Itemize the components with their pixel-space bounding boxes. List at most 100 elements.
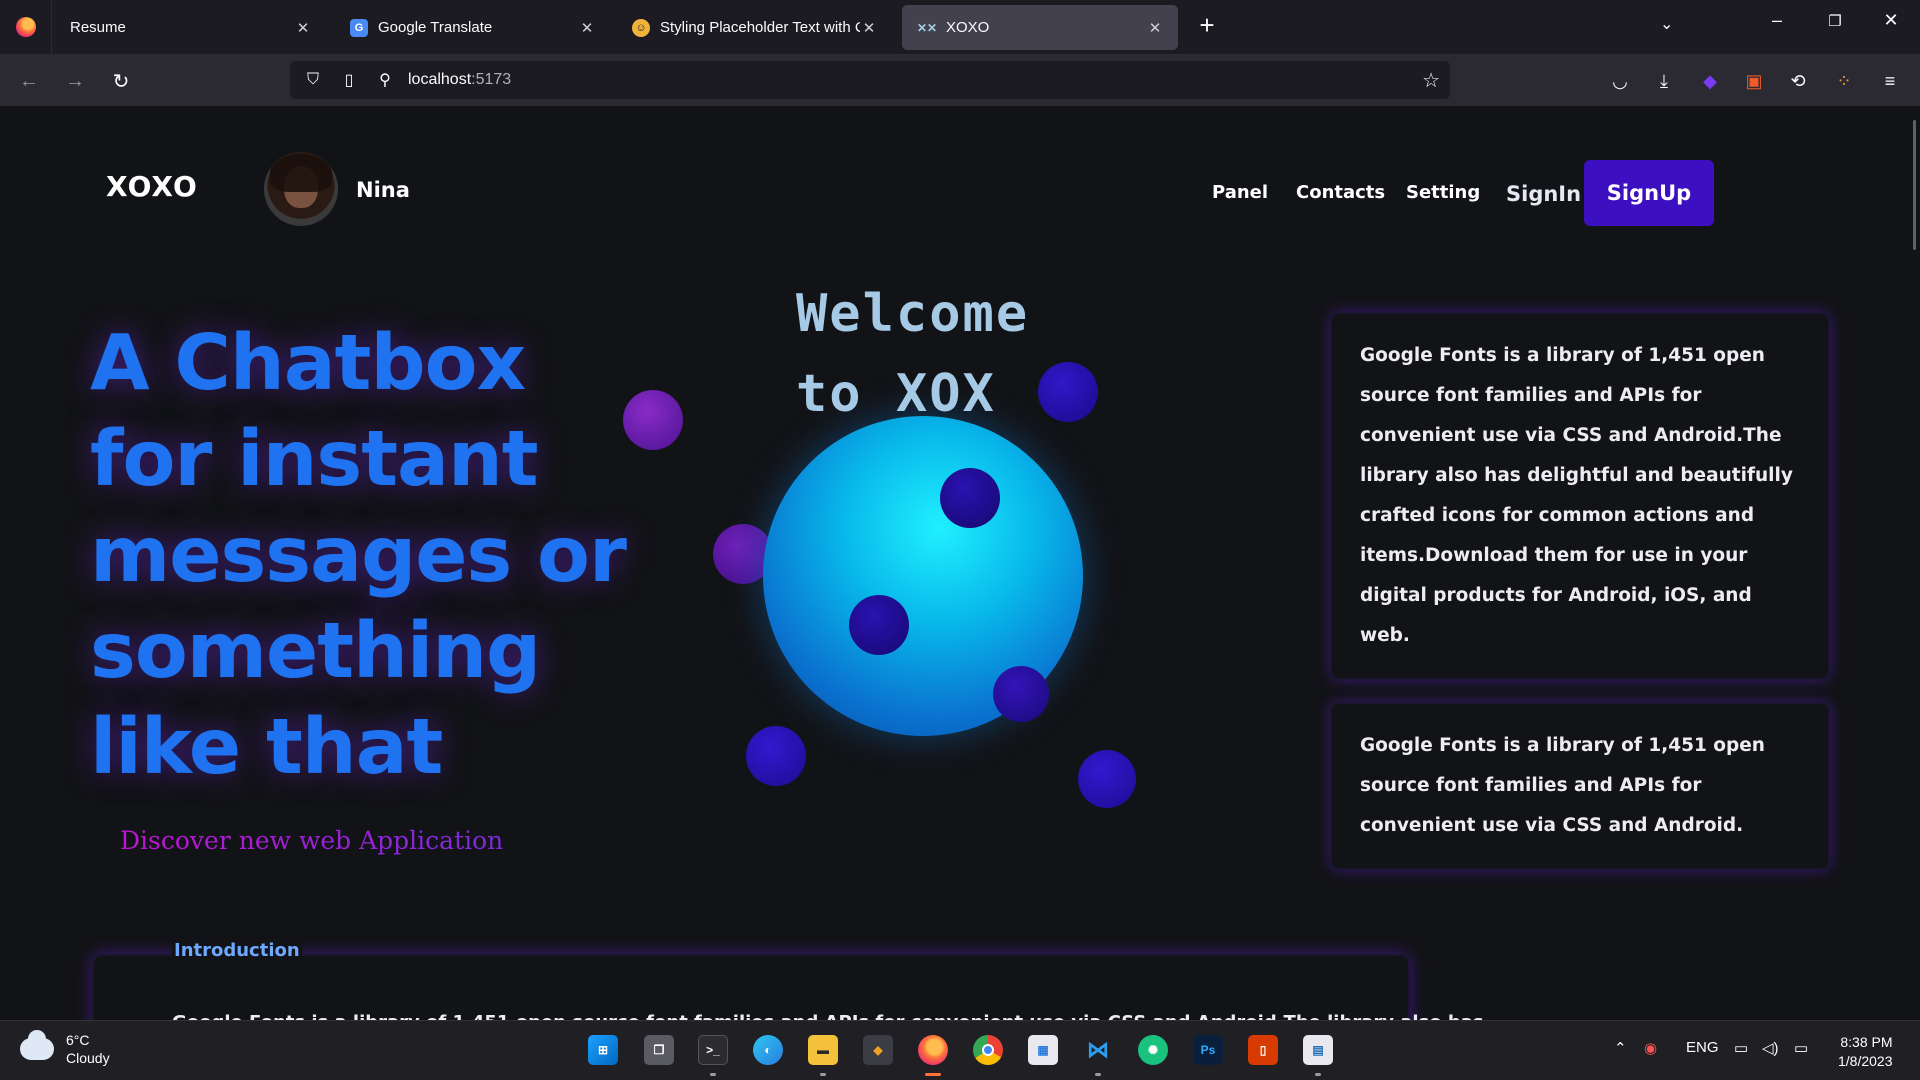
tab-title: XOXO bbox=[946, 19, 990, 36]
weather-temperature: 6°C bbox=[66, 1032, 90, 1048]
xoxo-icon: ✕✕ bbox=[916, 20, 938, 35]
user-name: Nina bbox=[356, 178, 410, 202]
volume-icon[interactable]: ◁) bbox=[1762, 1039, 1779, 1057]
taskbar-indicator bbox=[820, 1073, 826, 1076]
window-close-icon[interactable]: ✕ bbox=[1876, 10, 1906, 31]
firefox-icon bbox=[15, 17, 36, 37]
app-window-icon[interactable]: ▤ bbox=[1303, 1035, 1333, 1065]
hero-line: for instant bbox=[90, 415, 539, 504]
weather-condition: Cloudy bbox=[66, 1050, 110, 1066]
git-icon[interactable]: ◆ bbox=[863, 1035, 893, 1065]
task-view-icon[interactable]: ❐ bbox=[644, 1035, 674, 1065]
taskbar: 6°C Cloudy ⊞ ❐ >_ ◐ ▬ ◆ ▦ ⋈ ✺ Ps ▯ ▤ ⌃ ◉… bbox=[0, 1020, 1920, 1080]
nav-link-panel[interactable]: Panel bbox=[1212, 182, 1268, 203]
avatar[interactable] bbox=[264, 152, 338, 226]
page-scrollbar[interactable] bbox=[1913, 120, 1916, 250]
firefox-view-button[interactable] bbox=[0, 0, 52, 54]
cloud-icon bbox=[20, 1030, 54, 1060]
hero-line: A Chatbox bbox=[90, 319, 526, 408]
tab-strip: Resume ✕ G Google Translate ✕ ☺ Styling … bbox=[0, 0, 1920, 54]
tab-resume[interactable]: Resume ✕ bbox=[54, 5, 326, 50]
introduction-title: Introduction bbox=[172, 940, 302, 961]
reload-icon[interactable]: ↻ bbox=[106, 66, 136, 96]
close-icon[interactable]: ✕ bbox=[294, 19, 312, 37]
page-viewport: XOXO Nina Panel Contacts Setting SignIn … bbox=[0, 106, 1920, 1020]
minimize-icon[interactable]: – bbox=[1762, 10, 1792, 31]
tab-title: Resume bbox=[70, 19, 126, 36]
address-bar[interactable]: ⛉ ▯ ⚲ localhost:5173 ☆ bbox=[290, 61, 1450, 99]
decorative-orb bbox=[993, 666, 1049, 722]
taskbar-indicator bbox=[710, 1073, 716, 1076]
decorative-orb bbox=[1078, 750, 1136, 808]
welcome-line: to XOX bbox=[796, 364, 996, 424]
decorative-orb bbox=[1038, 362, 1098, 422]
tab-list-chevron-down-icon[interactable]: ⌄ bbox=[1660, 14, 1673, 34]
extension-purple-icon[interactable]: ◆ bbox=[1696, 67, 1724, 95]
terminal-icon[interactable]: >_ bbox=[698, 1035, 728, 1065]
url-port: :5173 bbox=[471, 71, 512, 88]
close-icon[interactable]: ✕ bbox=[1146, 19, 1164, 37]
network-icon[interactable]: ▭ bbox=[1734, 1039, 1748, 1057]
edge-beta-icon[interactable]: ◐ bbox=[753, 1035, 783, 1065]
weather-widget[interactable]: 6°C Cloudy bbox=[20, 1030, 110, 1067]
close-icon[interactable]: ✕ bbox=[860, 19, 878, 37]
signin-link[interactable]: SignIn bbox=[1506, 182, 1581, 206]
brand-logo[interactable]: XOXO bbox=[106, 170, 198, 203]
sync-icon[interactable]: ⟲ bbox=[1784, 67, 1812, 95]
hero-heading: A Chatbox for instant messages or someth… bbox=[90, 316, 627, 796]
close-icon[interactable]: ✕ bbox=[578, 19, 596, 37]
tab-title: Styling Placeholder Text with CSS bbox=[660, 19, 860, 36]
tab-google-translate[interactable]: G Google Translate ✕ bbox=[334, 5, 610, 50]
decorative-orb bbox=[940, 468, 1000, 528]
nav-link-contacts[interactable]: Contacts bbox=[1296, 182, 1385, 203]
new-tab-plus-icon[interactable]: + bbox=[1192, 11, 1222, 41]
url-text[interactable]: localhost:5173 bbox=[408, 71, 511, 89]
windows-start-icon[interactable]: ⊞ bbox=[588, 1035, 618, 1065]
introduction-panel bbox=[92, 954, 1410, 1020]
nav-link-setting[interactable]: Setting bbox=[1406, 182, 1480, 203]
download-icon[interactable]: ⤓ bbox=[1650, 67, 1678, 95]
pocket-icon[interactable]: ◡ bbox=[1606, 67, 1634, 95]
menu-hamburger-icon[interactable]: ≡ bbox=[1876, 67, 1904, 95]
forward-arrow-icon[interactable]: → bbox=[60, 66, 90, 96]
page-icon[interactable]: ▯ bbox=[336, 70, 362, 90]
clock[interactable]: 8:38 PM 1/8/2023 bbox=[1838, 1033, 1893, 1071]
tab-title: Google Translate bbox=[378, 19, 493, 36]
welcome-heading: Welcome to XOX bbox=[796, 274, 1029, 434]
tab-xoxo[interactable]: ✕✕ XOXO ✕ bbox=[902, 5, 1178, 50]
signup-button[interactable]: SignUp bbox=[1584, 160, 1714, 226]
language-indicator[interactable]: ENG bbox=[1686, 1039, 1719, 1056]
info-card: Google Fonts is a library of 1,451 open … bbox=[1330, 312, 1830, 680]
taskbar-indicator-active bbox=[925, 1073, 941, 1076]
clock-date: 1/8/2023 bbox=[1838, 1053, 1893, 1069]
microsoft-store-icon[interactable]: ▦ bbox=[1028, 1035, 1058, 1065]
tray-notification-icon[interactable]: ◉ bbox=[1644, 1039, 1657, 1057]
bookmark-star-icon[interactable]: ☆ bbox=[1422, 68, 1440, 93]
tray-chevron-up-icon[interactable]: ⌃ bbox=[1614, 1039, 1627, 1057]
file-explorer-icon[interactable]: ▬ bbox=[808, 1035, 838, 1065]
discover-tagline: Discover new web Application bbox=[120, 826, 504, 855]
photoshop-icon[interactable]: Ps bbox=[1193, 1035, 1223, 1065]
firefox-icon[interactable] bbox=[918, 1035, 948, 1065]
info-card: Google Fonts is a library of 1,451 open … bbox=[1330, 702, 1830, 870]
taskbar-indicator bbox=[1095, 1073, 1101, 1076]
hero-line: messages or bbox=[90, 511, 627, 600]
extension-orange-icon[interactable]: ▣ bbox=[1740, 67, 1768, 95]
tab-styling-placeholder[interactable]: ☺ Styling Placeholder Text with CSS ✕ bbox=[616, 5, 892, 50]
google-translate-icon: G bbox=[350, 18, 368, 37]
permissions-icon[interactable]: ⚲ bbox=[372, 70, 398, 90]
battery-icon[interactable]: ▭ bbox=[1794, 1039, 1808, 1057]
introduction-text: Google Fonts is a library of 1,451 open … bbox=[172, 1012, 1484, 1020]
url-host: localhost bbox=[408, 71, 472, 88]
chatgpt-icon[interactable]: ✺ bbox=[1138, 1035, 1168, 1065]
decorative-orb bbox=[623, 390, 683, 450]
office-icon[interactable]: ▯ bbox=[1248, 1035, 1278, 1065]
hero-line: like that bbox=[90, 703, 443, 792]
back-arrow-icon[interactable]: ← bbox=[14, 66, 44, 96]
shield-icon[interactable]: ⛉ bbox=[300, 71, 326, 89]
vscode-icon[interactable]: ⋈ bbox=[1083, 1035, 1113, 1065]
restore-icon[interactable]: ❐ bbox=[1820, 12, 1850, 30]
extension-dots-icon[interactable]: ⁘ bbox=[1830, 67, 1858, 95]
chrome-icon[interactable] bbox=[973, 1035, 1003, 1065]
navigation-toolbar: ← → ↻ ⛉ ▯ ⚲ localhost:5173 ☆ ◡ ⤓ ◆ ▣ ⟲ ⁘… bbox=[0, 54, 1920, 106]
